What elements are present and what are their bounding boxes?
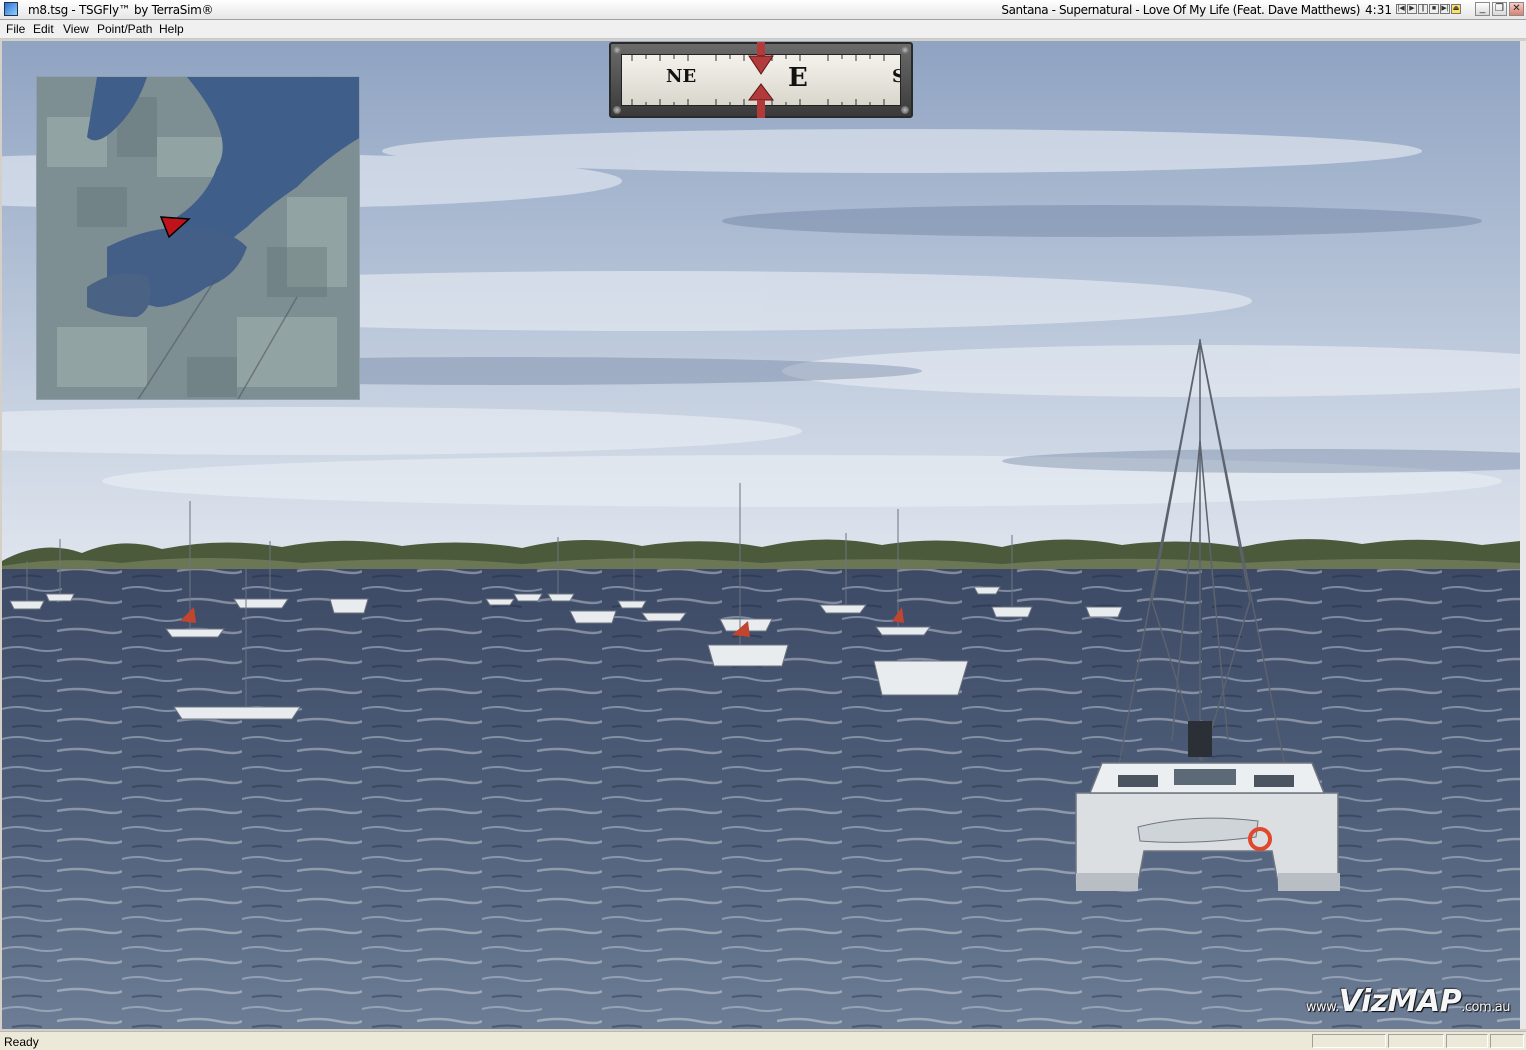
menu-edit[interactable]: Edit <box>33 22 54 36</box>
app-icon <box>4 2 18 16</box>
window-title: m8.tsg - TSGFly™ by TerraSim® <box>28 3 214 17</box>
status-pane <box>1490 1034 1524 1048</box>
restore-button[interactable]: ❐ <box>1492 2 1507 16</box>
menu-point-path[interactable]: Point/Path <box>97 22 152 36</box>
prev-icon[interactable]: |◀ <box>1396 4 1406 14</box>
menu-bar: File Edit View Point/Path Help <box>0 20 1526 39</box>
compass-needle-icon <box>748 42 774 118</box>
stop-icon[interactable]: ■ <box>1429 4 1439 14</box>
play-icon[interactable]: ▶ <box>1407 4 1417 14</box>
status-pane <box>1388 1034 1444 1048</box>
watermark-suffix: .com.au <box>1461 1000 1510 1015</box>
menu-help[interactable]: Help <box>159 22 184 36</box>
title-bar: m8.tsg - TSGFly™ by TerraSim® Santana - … <box>0 0 1526 20</box>
3d-viewport[interactable]: NE E S <box>2 41 1520 1029</box>
watermark-prefix: www. <box>1305 1000 1339 1015</box>
minimap-terrain <box>37 77 359 399</box>
eject-icon[interactable]: ⏏ <box>1451 4 1461 14</box>
menu-view[interactable]: View <box>63 22 89 36</box>
pause-icon[interactable]: ∥ <box>1418 4 1428 14</box>
minimize-button[interactable]: _ <box>1475 2 1490 16</box>
status-pane <box>1312 1034 1386 1048</box>
minimap[interactable] <box>36 76 360 400</box>
next-icon[interactable]: ▶| <box>1440 4 1450 14</box>
status-text: Ready <box>4 1035 39 1049</box>
status-pane <box>1446 1034 1488 1048</box>
vizmap-watermark: www.VizMAP.com.au <box>1305 984 1511 1019</box>
menu-file[interactable]: File <box>6 22 25 36</box>
watermark-brand: VizMAP <box>1338 984 1462 1019</box>
right-edge-strip <box>1520 41 1526 1029</box>
now-playing-text: Santana - Supernatural - Love Of My Life… <box>1001 3 1360 17</box>
compass: NE E S <box>609 42 913 118</box>
status-bar: Ready <box>0 1031 1526 1050</box>
close-button[interactable]: ✕ <box>1509 2 1524 16</box>
track-time: 4:31 <box>1365 3 1392 17</box>
